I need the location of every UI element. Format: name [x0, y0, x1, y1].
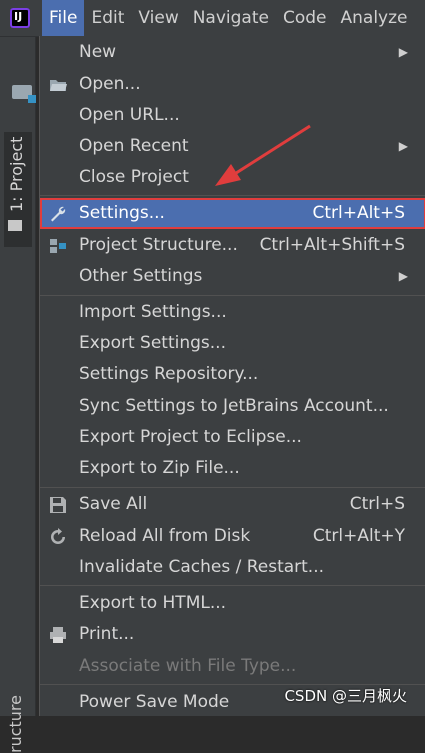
watermark: CSDN @三月枫火 — [284, 687, 407, 705]
project-structure-icon — [50, 239, 66, 253]
menu-separator — [40, 295, 425, 296]
menu-item-other-settings[interactable]: Other Settings ▶ — [40, 261, 425, 292]
menu-separator — [40, 585, 425, 586]
menu-analyze[interactable]: Analyze — [334, 0, 415, 36]
menu-item-label: Associate with File Type... — [79, 656, 297, 676]
wrench-icon — [51, 206, 66, 222]
menu-item-label: Save All — [79, 494, 148, 514]
menu-navigate[interactable]: Navigate — [186, 0, 276, 36]
project-folder-icon[interactable] — [12, 85, 36, 103]
reload-icon — [51, 528, 65, 544]
menu-item-project-structure[interactable]: Project Structure... Ctrl+Alt+Shift+S — [40, 230, 425, 261]
open-folder-icon — [50, 80, 67, 91]
menu-item-save-all[interactable]: Save All Ctrl+S — [40, 489, 425, 520]
folder-icon — [8, 220, 22, 231]
menu-item-label: Export to Zip File... — [79, 458, 240, 478]
menu-code[interactable]: Code — [276, 0, 334, 36]
menu-item-sync-settings[interactable]: Sync Settings to JetBrains Account... — [40, 391, 425, 422]
menu-item-export-zip[interactable]: Export to Zip File... — [40, 453, 425, 484]
submenu-arrow-icon: ▶ — [398, 269, 408, 283]
menu-item-label: Import Settings... — [79, 302, 227, 322]
menu-item-settings[interactable]: Settings... Ctrl+Alt+S — [40, 198, 425, 229]
intellij-logo-icon: IJ — [10, 8, 30, 28]
menu-item-label: Export Settings... — [79, 333, 226, 353]
menu-item-export-eclipse[interactable]: Export Project to Eclipse... — [40, 422, 425, 453]
menu-item-new[interactable]: New ▶ — [40, 37, 425, 68]
menu-item-label: Export to HTML... — [79, 593, 227, 613]
menu-item-label: Reload All from Disk — [79, 526, 251, 546]
menu-item-label: Open URL... — [79, 105, 180, 125]
menu-item-open[interactable]: Open... — [40, 69, 425, 100]
submenu-arrow-icon: ▶ — [398, 139, 408, 153]
menu-item-shortcut: Ctrl+Alt+Shift+S — [259, 235, 405, 255]
menu-file[interactable]: File — [42, 0, 85, 36]
menu-item-label: Sync Settings to JetBrains Account... — [79, 396, 389, 416]
menu-item-label: Settings Repository... — [79, 364, 259, 384]
menu-item-label: Invalidate Caches / Restart... — [79, 557, 325, 577]
annotation-arrow-icon — [215, 124, 311, 186]
menu-item-import-settings[interactable]: Import Settings... — [40, 297, 425, 328]
menu-item-shortcut: Ctrl+S — [349, 494, 405, 514]
menu-item-label: Export Project to Eclipse... — [79, 427, 302, 447]
menu-item-associate-file-type: Associate with File Type... — [40, 651, 425, 682]
menu-item-label: Open... — [79, 74, 141, 94]
menu-item-label: Close Project — [79, 167, 189, 187]
menu-item-export-html[interactable]: Export to HTML... — [40, 588, 425, 619]
project-tab-label[interactable]: 1: Project — [7, 137, 26, 212]
menu-item-label: Project Structure... — [79, 235, 238, 255]
menu-item-label: Power Save Mode — [79, 692, 230, 712]
save-icon — [50, 497, 66, 513]
menu-item-label: Print... — [79, 624, 135, 644]
menu-item-label: New — [79, 42, 117, 62]
menu-item-label: Settings... — [79, 203, 165, 223]
menu-item-shortcut: Ctrl+Alt+S — [312, 203, 405, 223]
menu-separator — [40, 195, 425, 196]
printer-icon — [50, 627, 66, 643]
left-tool-strip: 1: Project ructure — [0, 37, 36, 753]
menu-view[interactable]: View — [131, 0, 185, 36]
menu-bar: IJ File Edit View Navigate Code Analyze — [0, 0, 425, 37]
menu-item-export-settings[interactable]: Export Settings... — [40, 328, 425, 359]
menu-item-invalidate-caches[interactable]: Invalidate Caches / Restart... — [40, 552, 425, 583]
menu-edit[interactable]: Edit — [84, 0, 131, 36]
menu-item-shortcut: Ctrl+Alt+Y — [312, 526, 405, 546]
menu-item-print[interactable]: Print... — [40, 619, 425, 650]
menu-separator — [40, 487, 425, 488]
menu-item-label: Other Settings — [79, 266, 203, 286]
submenu-arrow-icon: ▶ — [398, 45, 408, 59]
structure-tab-label[interactable]: ructure — [6, 695, 25, 753]
menu-item-settings-repository[interactable]: Settings Repository... — [40, 359, 425, 390]
menu-item-reload-all[interactable]: Reload All from Disk Ctrl+Alt+Y — [40, 521, 425, 552]
menu-item-label: Open Recent — [79, 136, 189, 156]
